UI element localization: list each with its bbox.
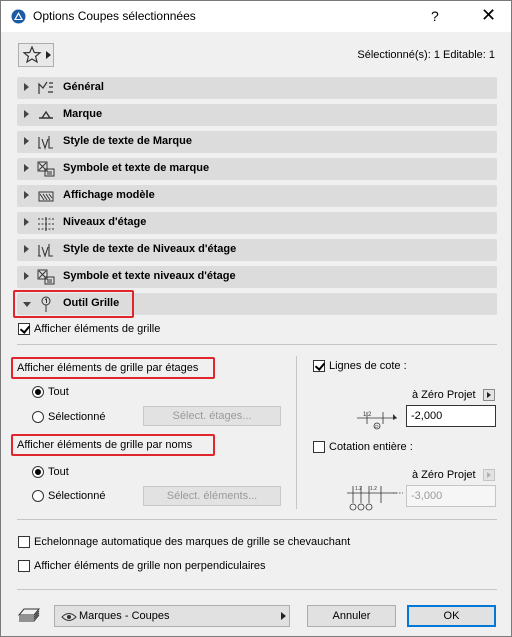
expand-arrow-icon xyxy=(24,83,29,91)
text-style-icon xyxy=(38,136,53,150)
dimension-zero-menu-button[interactable] xyxy=(483,389,495,401)
non-perpendicular-label: Afficher éléments de grille non perpendi… xyxy=(34,560,266,572)
dimension-zero-label: à Zéro Projet xyxy=(412,389,476,401)
ok-button[interactable]: OK xyxy=(407,605,496,627)
dialog-window: Options Coupes sélectionnées ? ✕ Sélecti… xyxy=(0,0,512,637)
eye-icon xyxy=(61,613,77,621)
section-label: Symbole et texte niveaux d'étage xyxy=(63,270,236,282)
general-settings-icon xyxy=(38,81,53,94)
layer-dropdown[interactable]: Marques - Coupes xyxy=(54,605,290,627)
story-levels-icon xyxy=(38,217,54,231)
section-marker-text-style[interactable]: Style de texte de Marque xyxy=(17,131,497,153)
expand-arrow-icon xyxy=(24,164,29,172)
layer-dropdown-label: Marques - Coupes xyxy=(79,610,170,622)
section-label: Symbole et texte de marque xyxy=(63,162,210,174)
auto-stagger-checkbox[interactable] xyxy=(18,536,30,548)
section-story-levels[interactable]: Niveaux d'étage xyxy=(17,212,497,234)
model-display-icon xyxy=(38,191,54,202)
divider xyxy=(17,344,497,345)
dimension-line-diagram-icon: 1.2 D xyxy=(357,412,397,430)
section-story-levels-symbol-text[interactable]: Symbole et texte niveaux d'étage xyxy=(17,266,497,288)
section-label: Affichage modèle xyxy=(63,189,155,201)
select-stories-button[interactable]: Sélect. étages... xyxy=(143,406,281,426)
help-button[interactable]: ? xyxy=(431,8,439,24)
chevron-right-icon xyxy=(281,612,286,620)
stories-selected-radio[interactable] xyxy=(32,411,44,423)
favorites-button[interactable] xyxy=(18,43,54,67)
section-marker-symbol-text[interactable]: Symbole et texte de marque xyxy=(17,158,497,180)
divider xyxy=(17,519,497,520)
section-label: Niveaux d'étage xyxy=(63,216,147,228)
section-story-levels-text-style[interactable]: Style de texte de Niveaux d'étage xyxy=(17,239,497,261)
close-button[interactable]: ✕ xyxy=(481,5,496,26)
marker-icon xyxy=(39,110,53,119)
layers-icon xyxy=(18,608,40,622)
overall-zero-menu-button[interactable] xyxy=(483,469,495,481)
svg-text:1.2: 1.2 xyxy=(363,412,372,418)
section-label: Style de texte de Niveaux d'étage xyxy=(63,243,237,255)
divider xyxy=(17,589,497,590)
expand-arrow-icon xyxy=(24,272,29,280)
show-grid-elements-checkbox[interactable] xyxy=(18,323,30,335)
overall-dimension-label: Cotation entière : xyxy=(329,441,413,453)
overall-dimension-diagram-icon: 1.2 1.2 xyxy=(347,486,403,511)
dimension-lines-value-input[interactable]: -2,000 xyxy=(406,405,496,427)
overall-zero-label: à Zéro Projet xyxy=(412,469,476,481)
by-names-heading: Afficher éléments de grille par noms xyxy=(17,439,193,451)
text-style-icon xyxy=(38,244,53,258)
show-grid-elements-label: Afficher éléments de grille xyxy=(34,323,161,335)
symbol-text-icon xyxy=(37,161,55,177)
selection-count: Sélectionné(s): 1 Editable: 1 xyxy=(357,49,495,61)
expand-arrow-icon xyxy=(24,218,29,226)
expand-arrow-icon xyxy=(24,137,29,145)
names-all-radio[interactable] xyxy=(32,466,44,478)
overall-dimension-checkbox[interactable] xyxy=(313,441,325,453)
symbol-text-icon xyxy=(37,269,55,285)
select-elements-button[interactable]: Sélect. éléments... xyxy=(143,486,281,506)
dimension-lines-checkbox[interactable] xyxy=(313,360,325,372)
dimension-lines-label: Lignes de cote : xyxy=(329,360,407,372)
by-stories-heading: Afficher éléments de grille par étages xyxy=(17,362,199,374)
overall-dimension-value-input[interactable]: -3,000 xyxy=(406,485,496,507)
section-model-display[interactable]: Affichage modèle xyxy=(17,185,497,207)
section-label: Style de texte de Marque xyxy=(63,135,192,147)
star-icon xyxy=(22,45,42,64)
names-selected-label: Sélectionné xyxy=(48,490,106,502)
section-label: Marque xyxy=(63,108,103,120)
auto-stagger-label: Echelonnage automatique des marques de g… xyxy=(34,536,351,548)
stories-all-radio[interactable] xyxy=(32,386,44,398)
non-perpendicular-checkbox[interactable] xyxy=(18,560,30,572)
cancel-button[interactable]: Annuler xyxy=(307,605,396,627)
stories-all-label: Tout xyxy=(48,386,69,398)
expand-arrow-icon xyxy=(24,191,29,199)
section-label: Général xyxy=(63,81,104,93)
svg-text:1.2: 1.2 xyxy=(370,486,377,492)
window-title: Options Coupes sélectionnées xyxy=(33,9,196,23)
svg-text:1.2: 1.2 xyxy=(355,486,362,492)
column-divider xyxy=(296,356,297,509)
stories-selected-label: Sélectionné xyxy=(48,411,106,423)
expand-arrow-icon xyxy=(24,245,29,253)
names-all-label: Tout xyxy=(48,466,69,478)
archicad-app-icon xyxy=(11,9,26,24)
title-bar: Options Coupes sélectionnées ? ✕ xyxy=(1,1,511,32)
names-selected-radio[interactable] xyxy=(32,490,44,502)
expand-arrow-icon xyxy=(24,110,29,118)
section-general[interactable]: Général xyxy=(17,77,497,99)
section-marker[interactable]: Marque xyxy=(17,104,497,126)
chevron-right-icon xyxy=(46,51,51,59)
highlight-box xyxy=(13,290,134,318)
